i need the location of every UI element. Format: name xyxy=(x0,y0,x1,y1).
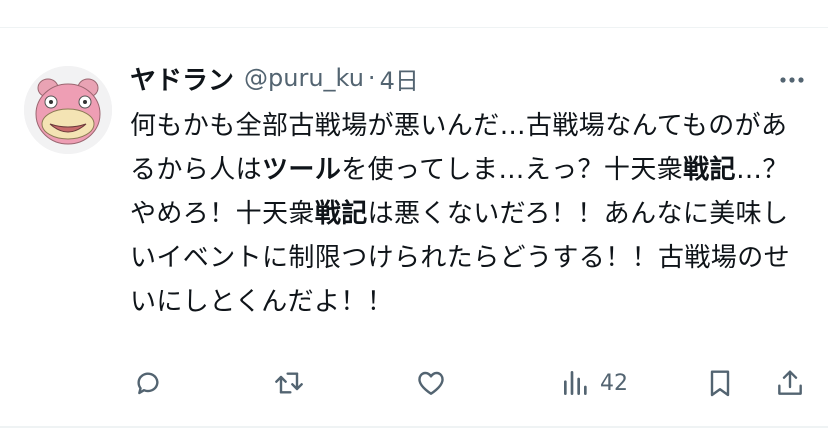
top-divider xyxy=(0,27,828,28)
share-button[interactable] xyxy=(774,360,806,406)
retweet-button[interactable] xyxy=(272,360,306,406)
more-options-icon[interactable] xyxy=(776,64,808,96)
analytics-icon xyxy=(564,371,587,395)
reply-icon xyxy=(137,372,159,395)
separator-dot: · xyxy=(367,64,376,92)
heart-icon xyxy=(418,371,444,395)
views-button[interactable]: 42 xyxy=(560,360,628,406)
slowpoke-avatar-image xyxy=(24,66,112,154)
display-name[interactable]: ヤドラン xyxy=(130,60,234,97)
reply-button[interactable] xyxy=(132,360,164,406)
tweet-action-bar: 42 xyxy=(0,360,828,406)
user-handle[interactable]: @puru_ku xyxy=(244,64,364,92)
bookmark-icon xyxy=(710,370,730,397)
avatar[interactable] xyxy=(24,66,112,154)
tweet-text-bold-segment: 戦記 xyxy=(683,155,736,185)
tweet-text-segment: を使ってしま…えっ？十天衆 xyxy=(341,155,684,185)
like-button[interactable] xyxy=(415,360,447,406)
tweet-text: 何もかも全部古戦場が悪いんだ…古戦場なんてものがあるから人はツールを使ってしま…… xyxy=(130,104,795,324)
tweet-header: ヤドラン @puru_ku · 4日 xyxy=(130,60,419,96)
tweet-text-bold-segment: ツール xyxy=(262,155,342,185)
views-count: 42 xyxy=(600,370,628,396)
retweet-icon xyxy=(275,372,303,394)
tweet-time[interactable]: 4日 xyxy=(380,61,419,96)
share-icon xyxy=(778,370,802,395)
tweet-text-bold-segment: 戦記 xyxy=(314,199,368,229)
bookmark-button[interactable] xyxy=(704,360,736,406)
